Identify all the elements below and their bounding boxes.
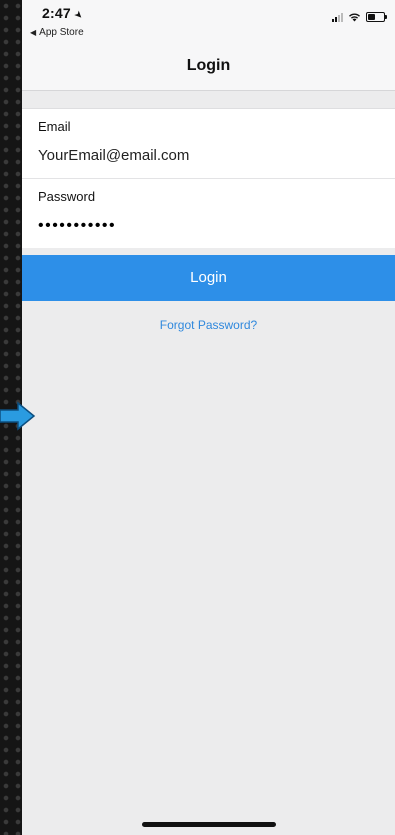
email-label: Email <box>38 119 71 134</box>
wifi-icon <box>349 13 360 22</box>
page-title: Login <box>186 57 231 74</box>
phone-screen: 2:47➤ ◀ App Store Login Email YourEmail@… <box>22 0 395 835</box>
navigation-bar: Login <box>22 44 395 91</box>
status-time: 2:47➤ <box>42 5 86 23</box>
status-icons <box>332 12 387 22</box>
login-form: Email YourEmail@email.com Password •••••… <box>22 108 395 248</box>
pointer-arrow-icon <box>0 401 36 431</box>
time-text: 2:47 <box>42 5 71 21</box>
back-chevron-icon: ◀ <box>30 28 37 37</box>
password-label: Password <box>38 189 96 204</box>
location-arrow-icon: ➤ <box>71 8 86 23</box>
home-indicator[interactable] <box>142 822 276 827</box>
back-to-app-store-link[interactable]: ◀ App Store <box>30 27 84 38</box>
password-field[interactable]: ••••••••••• <box>22 213 395 248</box>
back-app-label: App Store <box>39 27 84 38</box>
cellular-signal-icon <box>332 12 343 22</box>
email-field[interactable]: YourEmail@email.com <box>22 143 395 179</box>
screen-frame: 2:47➤ ◀ App Store Login Email YourEmail@… <box>0 0 395 835</box>
login-button[interactable]: Login <box>22 255 395 301</box>
status-bar: 2:47➤ ◀ App Store <box>22 0 395 44</box>
battery-icon <box>366 12 387 22</box>
forgot-password-link[interactable]: Forgot Password? <box>22 318 395 332</box>
